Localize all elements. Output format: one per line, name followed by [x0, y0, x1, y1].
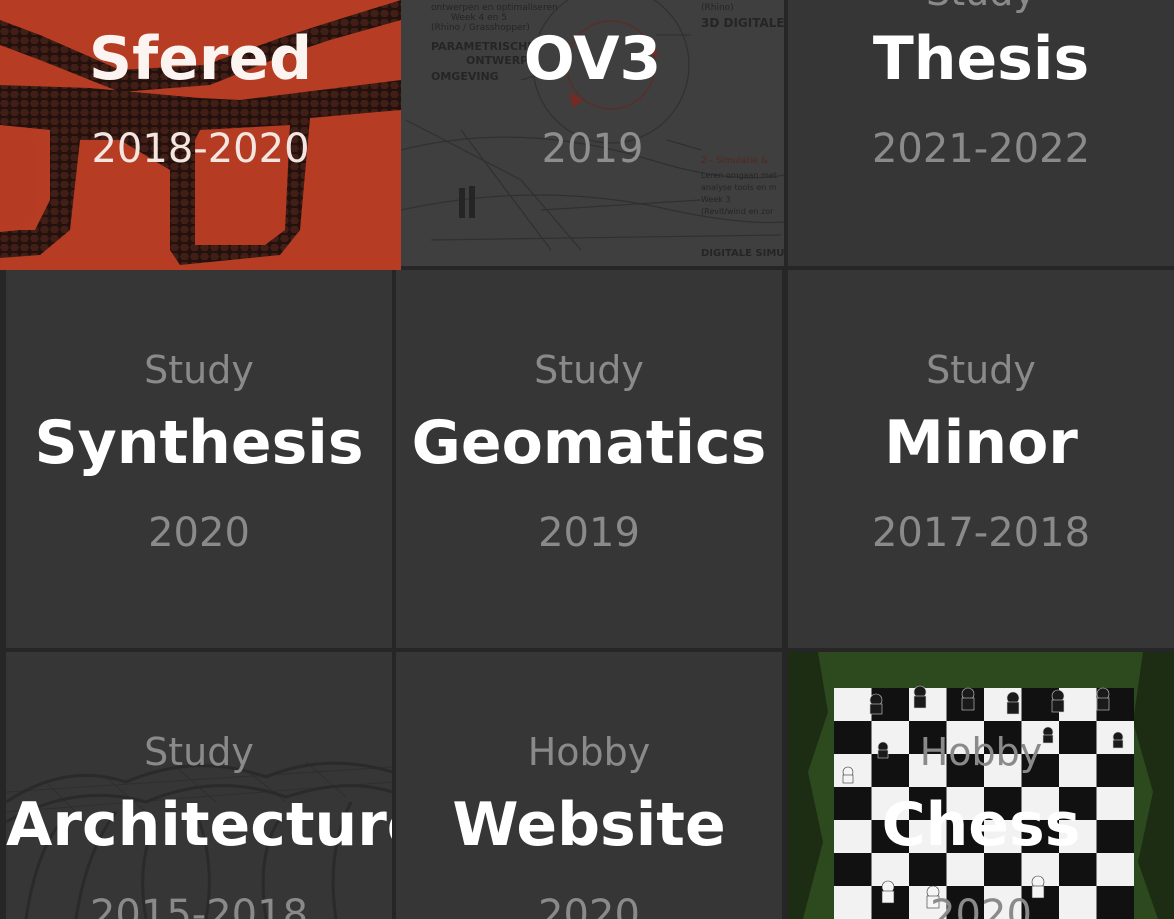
chess-square [1021, 688, 1059, 721]
project-title: Geomatics [411, 408, 767, 478]
project-title: OV3 [523, 24, 662, 94]
project-category: Study [144, 348, 254, 392]
project-grid: Sfered 2018-2020 PARAMETRISCHE ONTWERP O… [0, 0, 1174, 919]
svg-text:ontwerpen en optimaliseren: ontwerpen en optimaliseren [431, 3, 558, 13]
project-tile-ov3[interactable]: PARAMETRISCHE ONTWERP OMGEVING ontwerpen… [401, 0, 784, 266]
project-tile-website[interactable]: Hobby Website 2020 [396, 652, 782, 919]
structure-image [6, 652, 392, 919]
project-category: Study [144, 730, 254, 774]
project-tile-geomatics[interactable]: Study Geomatics 2019 [396, 270, 782, 648]
project-tile-sfered[interactable]: Sfered 2018-2020 [0, 0, 401, 270]
project-years: 2020 [538, 892, 640, 919]
project-years: 2019 [538, 510, 640, 556]
project-title: Thesis [872, 24, 1090, 94]
svg-text:(Rhino): (Rhino) [701, 3, 734, 13]
project-years: 2020 [930, 892, 1032, 919]
project-years: 2019 [541, 126, 644, 172]
project-tile-thesis[interactable]: Study Thesis 2021-2022 [788, 0, 1174, 266]
project-title: Sfered [88, 24, 313, 94]
project-tile-minor[interactable]: Study Minor 2017-2018 [788, 270, 1174, 648]
svg-text:Leren omgaan met: Leren omgaan met [701, 171, 777, 180]
project-title: Architecture [6, 790, 392, 860]
project-years: 2020 [148, 510, 250, 556]
svg-text:DIGITALE SIMU: DIGITALE SIMU [701, 248, 784, 259]
svg-text:analyse tools en m: analyse tools en m [701, 183, 777, 192]
project-tile-chess[interactable]: Hobby Chess 2020 [788, 652, 1174, 919]
project-category: Study [534, 348, 644, 392]
project-category: Hobby [919, 730, 1043, 774]
project-tile-architecture[interactable]: Study Architecture 2015-2018 [6, 652, 392, 919]
project-category: Hobby [527, 730, 651, 774]
svg-text:Week 3: Week 3 [701, 195, 731, 204]
project-years: 2018-2020 [91, 126, 310, 172]
svg-text:(Revit/wind en zor: (Revit/wind en zor [701, 207, 774, 216]
chess-square [871, 688, 909, 721]
project-years: 2021-2022 [871, 126, 1091, 172]
project-title: Minor [884, 408, 1078, 478]
chess-square [946, 688, 984, 721]
project-years: 2015-2018 [89, 892, 309, 919]
project-years: 2017-2018 [871, 510, 1091, 556]
project-title: Synthesis [34, 408, 364, 478]
svg-text:Week 4 en 5: Week 4 en 5 [451, 13, 507, 23]
project-title: Chess [881, 790, 1081, 860]
project-tile-synthesis[interactable]: Study Synthesis 2020 [6, 270, 392, 648]
project-category: Study [788, 0, 1174, 14]
project-title: Website [452, 790, 726, 860]
chess-square [1096, 688, 1134, 721]
project-category: Study [926, 348, 1036, 392]
chessboard-image [788, 652, 1174, 919]
